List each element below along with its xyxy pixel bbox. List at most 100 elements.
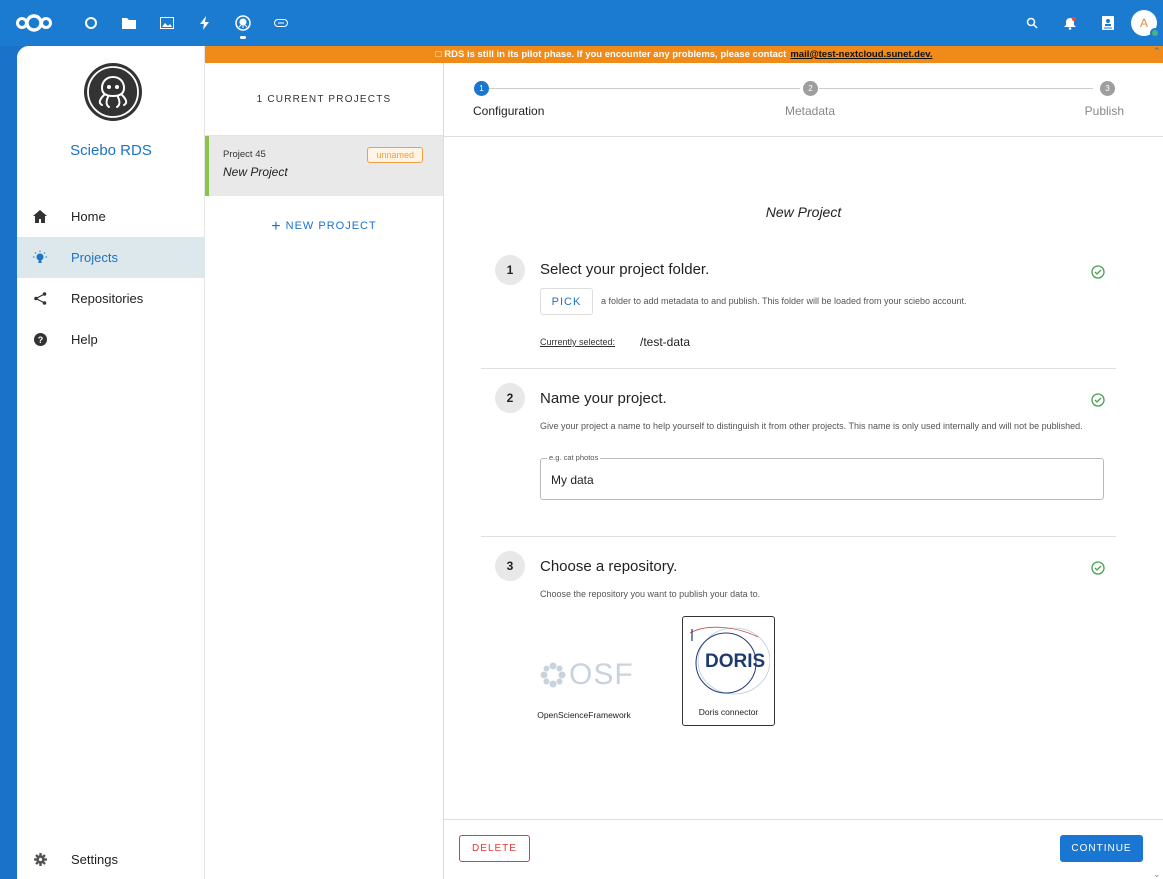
- app-title: Sciebo RDS: [70, 142, 152, 159]
- selected-folder-path: /test-data: [640, 335, 691, 349]
- page-title: New Project: [765, 204, 842, 220]
- files-folder-icon: [122, 18, 136, 29]
- repository-name: Doris connector: [698, 707, 759, 717]
- check-circle-icon: [1091, 393, 1105, 407]
- repository-option-doris[interactable]: DORIS Doris connector: [682, 616, 775, 726]
- section-project-folder: 1 Select your project folder. PICK a fol…: [481, 250, 1117, 360]
- sciebo-rds-icon: [235, 15, 251, 31]
- sciebo-rds-logo-icon: [84, 63, 142, 121]
- sidebar-settings[interactable]: Settings: [17, 839, 205, 879]
- section-description: Give your project a name to help yoursel…: [540, 421, 1083, 431]
- nextcloud-logo[interactable]: [14, 13, 54, 33]
- section-title: Choose a repository.: [540, 558, 678, 575]
- sidebar-item-label: Help: [71, 332, 98, 347]
- osf-logo-icon: [540, 662, 566, 688]
- section-title: Name your project.: [540, 390, 667, 407]
- step-configuration[interactable]: 1 Configuration: [473, 81, 545, 118]
- plus-icon: +: [271, 218, 282, 235]
- continue-button[interactable]: CONTINUE: [1060, 835, 1143, 862]
- notifications-button[interactable]: [1051, 0, 1089, 46]
- sciebo-rds-app-button[interactable]: [224, 0, 262, 46]
- svg-text:?: ?: [37, 335, 43, 345]
- project-configuration-panel: 1 Configuration 2 Metadata 3 Publish New…: [444, 63, 1163, 879]
- currently-selected-label: Currently selected:: [540, 337, 616, 347]
- check-circle-icon: [1091, 265, 1105, 279]
- doris-logo-text: DORIS: [705, 651, 766, 672]
- sidebar-item-projects[interactable]: Projects: [17, 237, 205, 278]
- info-icon: □: [435, 49, 442, 60]
- contacts-icon: [1102, 16, 1114, 30]
- stepper: 1 Configuration 2 Metadata 3 Publish: [444, 63, 1163, 137]
- repository-option-osf[interactable]: OSF OpenScienceFramework: [529, 616, 639, 726]
- top-navigation-bar: A: [0, 0, 1163, 46]
- search-icon: [1026, 17, 1038, 29]
- activity-app-button[interactable]: [186, 0, 224, 46]
- project-name-field[interactable]: e.g. cat photos: [540, 453, 1104, 500]
- osf-logo: OSF: [539, 658, 634, 692]
- step-publish[interactable]: 3: [1100, 81, 1115, 96]
- field-label: e.g. cat photos: [547, 453, 601, 462]
- delete-button[interactable]: DELETE: [459, 835, 530, 862]
- app-content-card: Sciebo RDS Home Projects Repositories ? …: [17, 46, 1163, 879]
- step-label: Publish: [1084, 104, 1124, 118]
- settings-label: Settings: [71, 851, 118, 867]
- project-name-input[interactable]: [551, 473, 1051, 487]
- pick-folder-button[interactable]: PICK: [540, 288, 593, 315]
- gear-icon: [33, 852, 47, 866]
- section-number: 3: [495, 551, 525, 581]
- sidebar-item-label: Home: [71, 209, 106, 224]
- sidebar-item-label: Repositories: [71, 291, 144, 306]
- section-divider: [481, 368, 1116, 369]
- user-avatar[interactable]: A: [1131, 10, 1160, 38]
- sidebar-nav: Home Projects Repositories ? Help: [17, 196, 205, 360]
- step-metadata[interactable]: 2: [803, 81, 818, 96]
- osf-logo-text: OSF: [569, 658, 634, 691]
- status-badge: unnamed: [367, 147, 423, 163]
- avatar-letter: A: [1139, 16, 1148, 30]
- dashboard-circle-icon: [85, 17, 97, 29]
- search-button[interactable]: [1013, 0, 1051, 46]
- section-repository: 3 Choose a repository. Choose the reposi…: [481, 551, 1117, 751]
- projects-count-header: 1 CURRENT PROJECTS: [205, 63, 443, 136]
- link-icon: [274, 19, 288, 27]
- check-circle-icon: [1091, 561, 1105, 575]
- pilot-banner: □ RDS is still in its pilot phase. If yo…: [205, 46, 1163, 63]
- scroll-up-arrow-icon[interactable]: ⌃: [1153, 46, 1163, 56]
- new-project-label: NEW PROJECT: [285, 220, 377, 232]
- section-divider: [481, 536, 1116, 537]
- status-online-dot: [1150, 28, 1160, 38]
- new-project-button[interactable]: + NEW PROJECT: [205, 218, 443, 236]
- share-icon: [33, 292, 46, 305]
- step-number: 1: [474, 81, 489, 96]
- banner-email-link[interactable]: mail@test-nextcloud.sunet.dev.: [790, 49, 932, 60]
- files-app-button[interactable]: [110, 0, 148, 46]
- link-app-button[interactable]: [262, 0, 300, 46]
- section-number: 2: [495, 383, 525, 413]
- activity-bolt-icon: [200, 16, 209, 30]
- step-number: 2: [803, 81, 818, 96]
- section-number: 1: [495, 255, 525, 285]
- home-icon: [33, 210, 47, 223]
- section-project-name: 2 Name your project. Give your project a…: [481, 383, 1117, 533]
- scroll-down-arrow-icon[interactable]: ⌄: [1153, 869, 1163, 879]
- step-label: Metadata: [784, 104, 836, 118]
- step-label: Configuration: [473, 104, 545, 118]
- sidebar-item-home[interactable]: Home: [17, 196, 205, 237]
- help-icon: ?: [33, 333, 47, 346]
- banner-text: RDS is still in its pilot phase. If you …: [444, 49, 787, 60]
- section-title: Select your project folder.: [540, 261, 710, 278]
- photos-app-button[interactable]: [148, 0, 186, 46]
- action-footer: DELETE CONTINUE: [444, 819, 1163, 879]
- repository-name: OpenScienceFramework: [537, 710, 631, 720]
- sidebar-item-help[interactable]: ? Help: [17, 319, 205, 360]
- nextcloud-logo-icon: [16, 14, 52, 32]
- pick-description: a folder to add metadata to and publish.…: [601, 296, 967, 306]
- lightbulb-icon: [33, 250, 47, 263]
- sidebar-item-repositories[interactable]: Repositories: [17, 278, 205, 319]
- step-number: 3: [1100, 81, 1115, 96]
- project-name: New Project: [223, 165, 288, 179]
- contacts-button[interactable]: [1089, 0, 1127, 46]
- sidebar-item-label: Projects: [71, 250, 118, 265]
- dashboard-app-button[interactable]: [72, 0, 110, 46]
- project-list-item[interactable]: Project 45 New Project unnamed: [205, 136, 443, 196]
